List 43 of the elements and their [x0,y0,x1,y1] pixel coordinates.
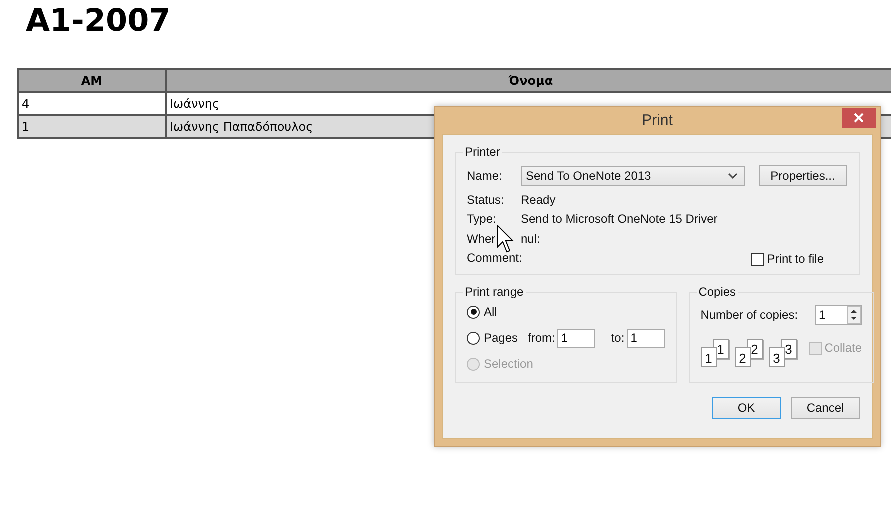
page-number: 1 [700,347,717,367]
radio-button[interactable] [467,306,480,318]
spinner-arrows-icon [847,306,862,324]
page-number: 2 [734,347,751,367]
checkbox-label: Collate [824,341,862,355]
properties-button[interactable]: Properties... [759,165,847,186]
group-label: Copies [698,285,738,299]
field-label: Name: [467,168,504,182]
column-header: AM [18,69,166,92]
info-label: Comment: [467,251,521,266]
mouse-pointer-icon [497,225,517,255]
dialog-title: Print [642,112,673,129]
info-value: Ready [521,192,556,207]
checkbox-label: Print to file [767,252,824,266]
table-cell: 4 [18,92,166,115]
page-number: 3 [768,347,785,367]
close-icon [854,113,864,123]
ok-button[interactable]: OK [712,397,781,419]
radio-label: Selection [484,357,534,371]
printer-dropdown[interactable]: Send To OneNote 2013 [521,166,745,186]
to-page-field[interactable]: 1 [626,328,665,348]
checkbox[interactable] [751,252,764,266]
group-label: Printer [464,145,502,159]
info-value: Send to Microsoft OneNote 15 Driver [521,212,718,226]
chevron-down-icon [728,172,738,178]
cancel-button[interactable]: Cancel [791,397,860,419]
info-label: Wher [467,232,497,246]
field-label: to: [611,331,625,345]
copies-spinner[interactable]: 1 [815,305,862,325]
field-label: Number of copies: [700,308,798,322]
radio-label: All [484,305,498,319]
page-heading: A1-2007 [25,2,172,41]
info-label: Status: [467,192,506,207]
field-label: from: [528,331,556,345]
info-label: Type: [467,212,498,226]
close-button[interactable] [842,108,876,128]
info-value: nul: [521,232,540,246]
radio-label: Pages [484,331,520,345]
table-cell: 1 [18,115,166,138]
column-header: Όνομα [166,69,891,92]
radio-button[interactable] [467,332,480,344]
from-page-field[interactable]: 1 [557,328,596,348]
group-label: Print range [464,285,525,299]
